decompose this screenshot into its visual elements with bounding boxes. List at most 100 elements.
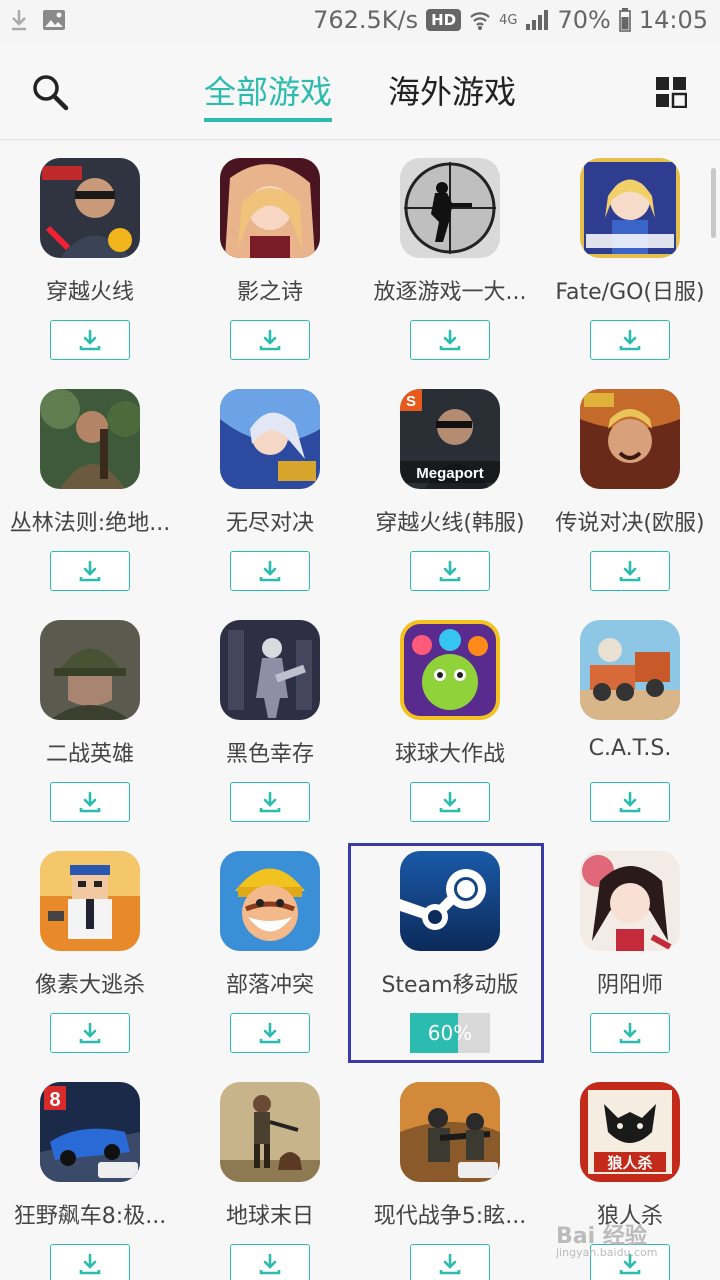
game-card[interactable]: 穿越火线 — [0, 150, 180, 380]
game-name[interactable]: Fate/GO(日服) — [540, 274, 720, 306]
top-nav: 全部游戏 海外游戏 — [0, 44, 720, 140]
clock: 14:05 — [638, 6, 708, 34]
game-card[interactable]: Fate/GO(日服) — [540, 150, 720, 380]
arena-of-valor-icon[interactable] — [580, 389, 680, 489]
megaport-cf-icon[interactable]: S Megaport — [400, 389, 500, 489]
game-name[interactable]: 穿越火线(韩服) — [360, 505, 540, 537]
game-card[interactable]: 部落冲突 — [180, 843, 360, 1073]
game-card[interactable]: 放逐游戏一大... — [360, 150, 540, 380]
shadowverse-girl-icon[interactable] — [220, 158, 320, 258]
ball-battle-icon[interactable] — [400, 620, 500, 720]
game-name[interactable]: 二战英雄 — [0, 736, 180, 768]
game-card[interactable]: 二战英雄 — [0, 612, 180, 842]
clash-of-clans-icon[interactable] — [220, 851, 320, 951]
werewolf-badge: 狼人杀 — [607, 1154, 652, 1172]
signal-icon — [526, 10, 549, 30]
jungle-survivor-icon[interactable] — [40, 389, 140, 489]
battery-level: 70% — [557, 6, 611, 34]
game-name[interactable]: 放逐游戏一大... — [360, 274, 540, 306]
pixel-battle-icon[interactable] — [40, 851, 140, 951]
game-name[interactable]: 像素大逃杀 — [0, 967, 180, 999]
last-day-on-earth-icon[interactable] — [220, 1082, 320, 1182]
download-icon — [618, 559, 642, 583]
download-button[interactable] — [410, 782, 490, 822]
game-card[interactable]: S Megaport 穿越火线(韩服) — [360, 381, 540, 611]
onmyoji-icon[interactable] — [580, 851, 680, 951]
game-card[interactable]: 影之诗 — [180, 150, 360, 380]
game-card[interactable]: 传说对决(欧服) — [540, 381, 720, 611]
game-card[interactable]: 像素大逃杀 — [0, 843, 180, 1073]
fate-grand-order-icon[interactable] — [580, 158, 680, 258]
tab-overseas-games[interactable]: 海外游戏 — [388, 72, 516, 112]
download-button[interactable] — [50, 782, 130, 822]
game-card[interactable]: 现代战争5:眩... — [360, 1074, 540, 1280]
network-type: 4G — [499, 12, 518, 28]
game-name[interactable]: 阴阳师 — [540, 967, 720, 999]
cf-soldier-icon[interactable] — [40, 158, 140, 258]
game-name[interactable]: 黑色幸存 — [180, 736, 360, 768]
mobile-legends-icon[interactable] — [220, 389, 320, 489]
download-button[interactable] — [230, 1013, 310, 1053]
cats-robot-car-icon[interactable] — [580, 620, 680, 720]
game-name[interactable]: 丛林法则:绝地... — [0, 505, 180, 537]
game-card[interactable]: 丛林法则:绝地... — [0, 381, 180, 611]
download-icon — [618, 790, 642, 814]
megaport-label: Megaport — [416, 465, 484, 482]
game-card[interactable]: C.A.T.S. — [540, 612, 720, 842]
download-button[interactable] — [50, 1244, 130, 1280]
game-card[interactable]: 球球大作战 — [360, 612, 540, 842]
modern-combat-5-icon[interactable] — [400, 1082, 500, 1182]
svg-text:S: S — [406, 393, 416, 410]
ww2-soldier-icon[interactable] — [40, 620, 140, 720]
download-button[interactable] — [230, 782, 310, 822]
sniper-crosshair-icon[interactable] — [400, 158, 500, 258]
hd-badge: HD — [426, 9, 462, 31]
asphalt-8-icon[interactable]: 8 — [40, 1082, 140, 1182]
download-icon — [438, 1252, 462, 1276]
download-icon — [258, 328, 282, 352]
download-icon — [78, 790, 102, 814]
download-icon — [78, 559, 102, 583]
game-name[interactable]: 狂野飙车8:极... — [0, 1198, 180, 1230]
game-name[interactable]: 影之诗 — [180, 274, 360, 306]
game-name[interactable]: 无尽对决 — [180, 505, 360, 537]
game-name[interactable]: 地球末日 — [180, 1198, 360, 1230]
game-name[interactable]: 传说对决(欧服) — [540, 505, 720, 537]
game-name[interactable]: 部落冲突 — [180, 967, 360, 999]
watermark-sub: jingyan.baidu.com — [556, 1246, 658, 1259]
download-icon — [258, 790, 282, 814]
download-button[interactable] — [230, 551, 310, 591]
game-card[interactable]: 黑色幸存 — [180, 612, 360, 842]
game-card[interactable]: 阴阳师 — [540, 843, 720, 1073]
download-progress[interactable]: 60% — [410, 1013, 490, 1053]
game-card[interactable]: 无尽对决 — [180, 381, 360, 611]
download-button[interactable] — [590, 1013, 670, 1053]
download-button[interactable] — [590, 320, 670, 360]
game-name[interactable]: 球球大作战 — [360, 736, 540, 768]
watermark: Bai 经验 jingyan.baidu.com — [556, 1218, 658, 1259]
download-button[interactable] — [230, 320, 310, 360]
dark-survivor-icon[interactable] — [220, 620, 320, 720]
tab-all-games[interactable]: 全部游戏 — [204, 72, 332, 112]
game-name[interactable]: 穿越火线 — [0, 274, 180, 306]
game-card[interactable]: 8 狂野飙车8:极... — [0, 1074, 180, 1280]
download-button[interactable] — [50, 1013, 130, 1053]
search-icon[interactable] — [30, 72, 70, 112]
download-button[interactable] — [410, 320, 490, 360]
game-name[interactable]: 现代战争5:眩... — [360, 1198, 540, 1230]
download-button[interactable] — [410, 551, 490, 591]
image-notification-icon — [43, 10, 65, 30]
download-notification-icon — [12, 10, 26, 31]
category-grid-icon[interactable] — [655, 76, 687, 108]
download-button[interactable] — [590, 551, 670, 591]
download-button[interactable] — [230, 1244, 310, 1280]
download-icon — [258, 1021, 282, 1045]
download-button[interactable] — [590, 782, 670, 822]
download-button[interactable] — [50, 551, 130, 591]
progress-label: 60% — [427, 1021, 473, 1045]
download-button[interactable] — [410, 1244, 490, 1280]
game-name[interactable]: C.A.T.S. — [540, 736, 720, 761]
werewolf-icon[interactable]: 狼人杀 — [580, 1082, 680, 1182]
game-card[interactable]: 地球末日 — [180, 1074, 360, 1280]
download-button[interactable] — [50, 320, 130, 360]
